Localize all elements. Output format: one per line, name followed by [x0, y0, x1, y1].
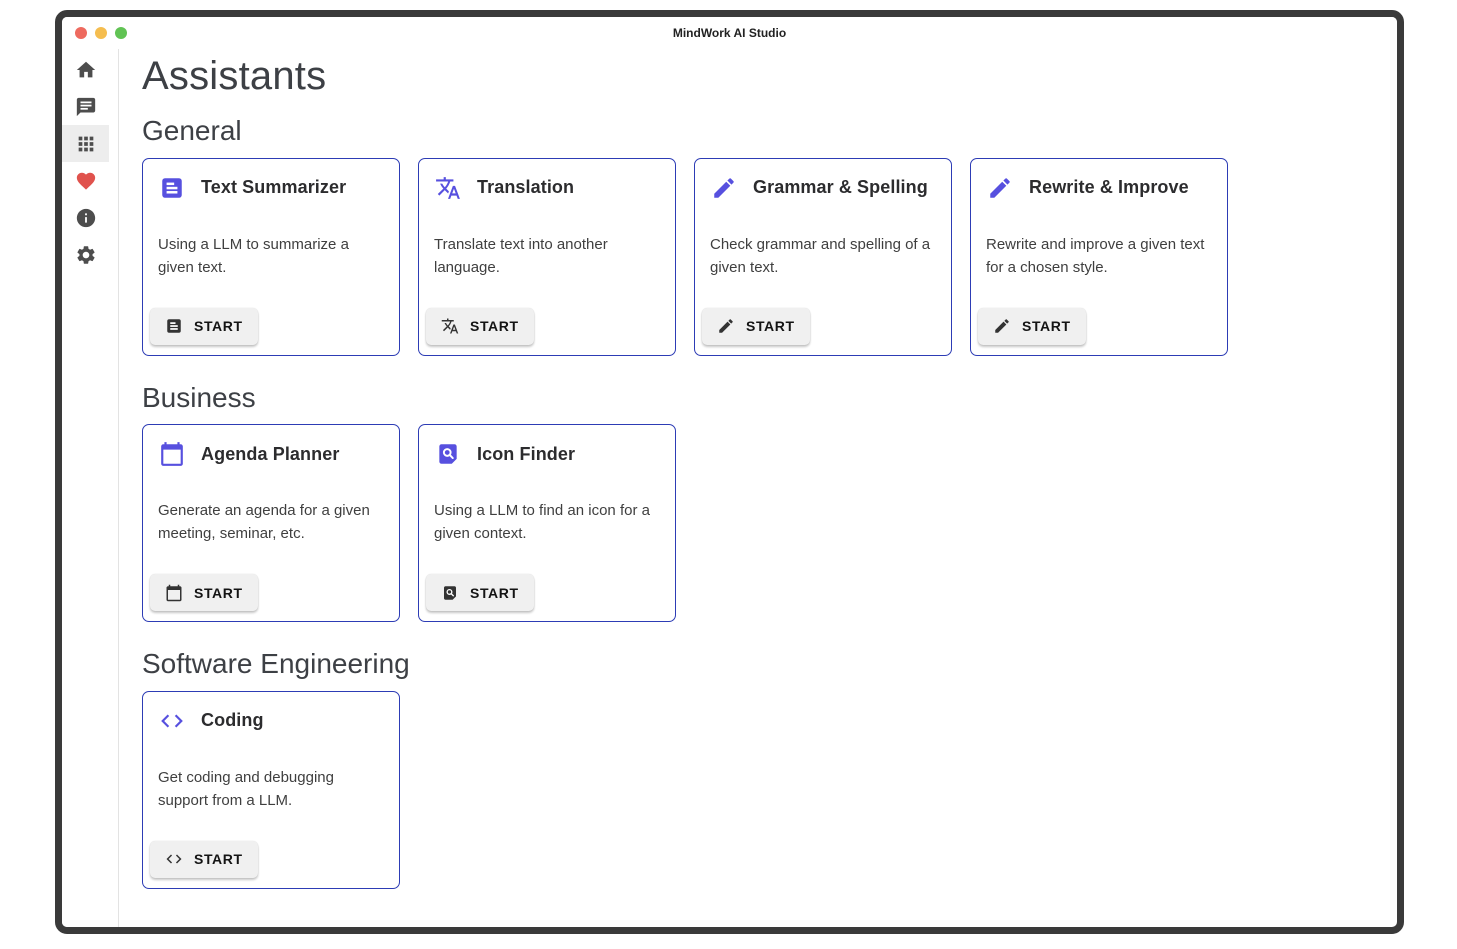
- calendar-icon: [159, 441, 185, 467]
- assistant-card-translation: Translation Translate text into another …: [418, 158, 676, 356]
- section-heading-general: General: [142, 114, 1397, 148]
- sidebar-item-settings[interactable]: [62, 236, 109, 273]
- card-description: Translate text into another language.: [419, 233, 675, 279]
- edit-pencil-icon: [993, 317, 1011, 335]
- info-icon: [75, 207, 97, 229]
- card-title: Translation: [477, 177, 574, 198]
- code-icon: [165, 850, 183, 868]
- summarize-icon: [159, 175, 185, 201]
- start-button-label: START: [470, 318, 519, 334]
- section-heading-business: Business: [142, 381, 1397, 415]
- sidebar-item-favorites[interactable]: [62, 162, 109, 199]
- start-icon-finder-button[interactable]: START: [426, 574, 534, 611]
- start-rewrite-improve-button[interactable]: START: [978, 308, 1086, 345]
- start-text-summarizer-button[interactable]: START: [150, 308, 258, 345]
- card-row-general: Text Summarizer Using a LLM to summarize…: [142, 158, 1397, 356]
- code-icon: [159, 708, 185, 734]
- page-title: Assistants: [142, 52, 1397, 100]
- assistant-card-icon-finder: Icon Finder Using a LLM to find an icon …: [418, 424, 676, 622]
- translate-icon: [435, 175, 461, 201]
- app-window: MindWork AI Studio: [55, 10, 1404, 934]
- window-title: MindWork AI Studio: [62, 26, 1397, 40]
- assistant-card-text-summarizer: Text Summarizer Using a LLM to summarize…: [142, 158, 400, 356]
- icon-search-icon: [441, 584, 459, 602]
- main-content: Assistants General Text Summarizer Using…: [119, 49, 1397, 927]
- card-description: Generate an agenda for a given meeting, …: [143, 499, 399, 545]
- chat-icon: [75, 96, 97, 118]
- assistant-card-coding: Coding Get coding and debugging support …: [142, 691, 400, 889]
- card-title: Icon Finder: [477, 444, 575, 465]
- card-description: Using a LLM to summarize a given text.: [143, 233, 399, 279]
- summarize-icon: [165, 317, 183, 335]
- start-button-label: START: [194, 585, 243, 601]
- card-row-business: Agenda Planner Generate an agenda for a …: [142, 424, 1397, 622]
- start-button-label: START: [1022, 318, 1071, 334]
- section-heading-software-engineering: Software Engineering: [142, 647, 1397, 681]
- start-translation-button[interactable]: START: [426, 308, 534, 345]
- start-button-label: START: [194, 318, 243, 334]
- start-agenda-planner-button[interactable]: START: [150, 574, 258, 611]
- card-row-software-engineering: Coding Get coding and debugging support …: [142, 691, 1397, 889]
- card-title: Coding: [201, 710, 264, 731]
- card-description: Get coding and debugging support from a …: [143, 766, 399, 812]
- edit-pencil-icon: [717, 317, 735, 335]
- heart-icon: [75, 170, 97, 192]
- sidebar-item-home[interactable]: [62, 51, 109, 88]
- home-icon: [75, 59, 97, 81]
- assistant-card-rewrite-improve: Rewrite & Improve Rewrite and improve a …: [970, 158, 1228, 356]
- card-title: Grammar & Spelling: [753, 177, 928, 198]
- card-description: Check grammar and spelling of a given te…: [695, 233, 951, 279]
- translate-icon: [441, 317, 459, 335]
- start-button-label: START: [194, 851, 243, 867]
- icon-search-icon: [435, 441, 461, 467]
- sidebar-item-chat[interactable]: [62, 88, 109, 125]
- assistant-card-agenda-planner: Agenda Planner Generate an agenda for a …: [142, 424, 400, 622]
- start-button-label: START: [470, 585, 519, 601]
- calendar-icon: [165, 584, 183, 602]
- start-coding-button[interactable]: START: [150, 841, 258, 878]
- edit-pencil-icon: [711, 175, 737, 201]
- start-button-label: START: [746, 318, 795, 334]
- edit-pencil-icon: [987, 175, 1013, 201]
- card-description: Rewrite and improve a given text for a c…: [971, 233, 1227, 279]
- card-description: Using a LLM to find an icon for a given …: [419, 499, 675, 545]
- desktop-background: MindWork AI Studio: [0, 0, 1457, 949]
- apps-grid-icon: [75, 133, 97, 155]
- sidebar-nav: [62, 49, 119, 927]
- sidebar-item-about[interactable]: [62, 199, 109, 236]
- card-title: Agenda Planner: [201, 444, 339, 465]
- assistant-card-grammar-spelling: Grammar & Spelling Check grammar and spe…: [694, 158, 952, 356]
- sidebar-item-assistants[interactable]: [62, 125, 109, 162]
- card-title: Text Summarizer: [201, 177, 346, 198]
- card-title: Rewrite & Improve: [1029, 177, 1189, 198]
- title-bar: MindWork AI Studio: [62, 17, 1397, 49]
- settings-gear-icon: [75, 244, 97, 266]
- start-grammar-spelling-button[interactable]: START: [702, 308, 810, 345]
